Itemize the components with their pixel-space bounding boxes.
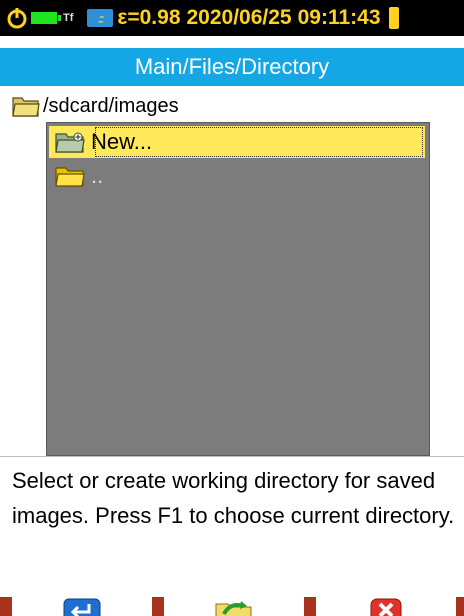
battery-icon bbox=[31, 12, 61, 24]
list-item-label: .. bbox=[91, 163, 104, 188]
current-path: /sdcard/images bbox=[12, 92, 179, 120]
folder-icon bbox=[12, 97, 40, 117]
emissivity-value: ε=0.98 bbox=[117, 6, 181, 29]
f1-button[interactable] bbox=[12, 597, 152, 616]
close-icon bbox=[370, 598, 402, 616]
refresh-folder-icon bbox=[215, 601, 252, 616]
function-key-bar bbox=[0, 597, 464, 616]
f3-button[interactable] bbox=[316, 597, 456, 616]
file-list[interactable]: New... .. bbox=[46, 122, 430, 456]
status-date: 2020/06/25 bbox=[186, 6, 292, 29]
list-item-new[interactable]: New... bbox=[49, 126, 425, 158]
f2-button[interactable] bbox=[164, 597, 304, 616]
selection-focus-box bbox=[95, 127, 423, 157]
power-icon bbox=[7, 8, 27, 29]
help-panel: Select or create working directory for s… bbox=[0, 456, 464, 596]
enter-icon bbox=[63, 598, 101, 616]
list-item-parent[interactable]: .. bbox=[49, 160, 425, 192]
tf-indicator: Tf bbox=[63, 12, 74, 24]
sd-card-icon: ﾆ bbox=[87, 9, 114, 27]
status-time: 09:11:43 bbox=[297, 6, 381, 29]
page-title: Main/Files/Directory bbox=[0, 48, 464, 86]
status-bar: Tf ﾆ ε=0.98 2020/06/25 09:11:43 bbox=[0, 0, 464, 36]
new-folder-icon bbox=[55, 132, 85, 153]
current-path-text: /sdcard/images bbox=[43, 94, 179, 117]
parent-folder-icon bbox=[55, 167, 85, 187]
help-text: Select or create working directory for s… bbox=[12, 468, 455, 528]
status-extra-icon bbox=[388, 7, 399, 29]
